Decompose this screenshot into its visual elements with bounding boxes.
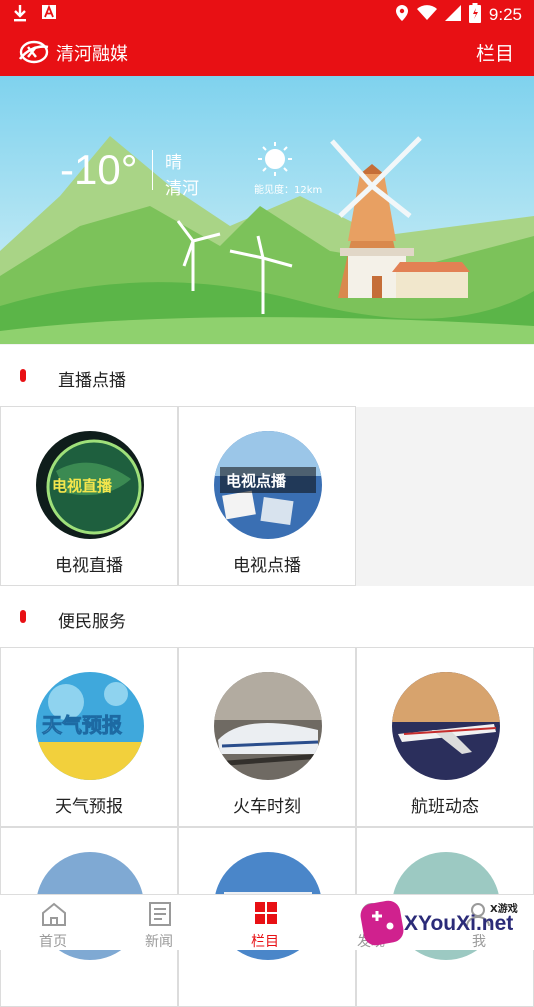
status-bar: 9:25 [0,0,534,28]
tab-columns[interactable]: 栏目 [212,895,318,951]
battery-icon [468,3,481,27]
download-icon [12,4,28,26]
weather-banner: -10° 晴 清河 能见度：12km [0,76,534,344]
home-icon [40,901,68,931]
weather-condition: 晴 [165,153,182,173]
tv-live-thumbnail: 电视直播 [36,431,144,539]
section-marker [20,369,26,382]
tile-label: 电视直播 [55,556,123,576]
flight-thumbnail [392,672,500,780]
status-time: 9:25 [488,5,522,24]
tv-vod-thumbnail: 电视点播 [214,431,322,539]
watermark-logo: XYouXi.net X游戏 [360,900,518,946]
tile-label: 火车时刻 [233,797,301,817]
news-icon [146,901,174,931]
font-app-icon [42,4,56,26]
signal-icon [444,5,461,25]
section-marker [20,610,26,623]
app-title: 清河融媒 [56,44,128,65]
tab-label: 首页 [39,934,67,950]
grid-icon [252,901,280,931]
tile-tv-live[interactable]: 电视直播 电视直播 [0,406,178,586]
tab-home[interactable]: 首页 [0,895,106,951]
weather-city: 清河 [165,179,199,199]
svg-text:电视直播: 电视直播 [52,477,113,495]
landscape-illustration [0,76,534,344]
svg-text:天气预报: 天气预报 [42,713,122,737]
tile-tv-vod[interactable]: 电视点播 电视点播 [178,406,356,586]
tile-label: 电视点播 [233,556,301,576]
svg-text:电视点播: 电视点播 [226,472,287,490]
wifi-icon [416,5,437,25]
app-logo-icon [18,37,50,71]
tab-news[interactable]: 新闻 [106,895,212,951]
visibility-readout: 能见度：12km [254,185,323,196]
tile-label: 天气预报 [55,797,123,817]
weather-divider [152,150,153,190]
watermark: XYouXi.net X游戏 [356,896,534,950]
location-icon [395,4,409,26]
tab-label: 栏目 [251,934,279,950]
app-bar: 清河融媒 栏目 [0,28,534,76]
section-header-live: 直播点播 [0,345,534,407]
weather-thumbnail: 天气预报 [36,672,144,780]
svg-text:XYouXi.net: XYouXi.net [404,912,513,935]
tile-label: 航班动态 [411,797,479,817]
tile-train[interactable]: 火车时刻 [178,647,356,827]
tile-weather[interactable]: 天气预报 天气预报 [0,647,178,827]
tile-flight[interactable]: 航班动态 [356,647,534,827]
section-title: 直播点播 [58,371,126,391]
svg-text:X游戏: X游戏 [490,902,518,915]
temperature: -10° [60,146,138,193]
train-thumbnail [214,672,322,780]
section-title: 便民服务 [58,612,126,632]
tab-label: 新闻 [145,934,173,950]
columns-button[interactable]: 栏目 [476,39,514,66]
section-header-services: 便民服务 [0,586,534,648]
